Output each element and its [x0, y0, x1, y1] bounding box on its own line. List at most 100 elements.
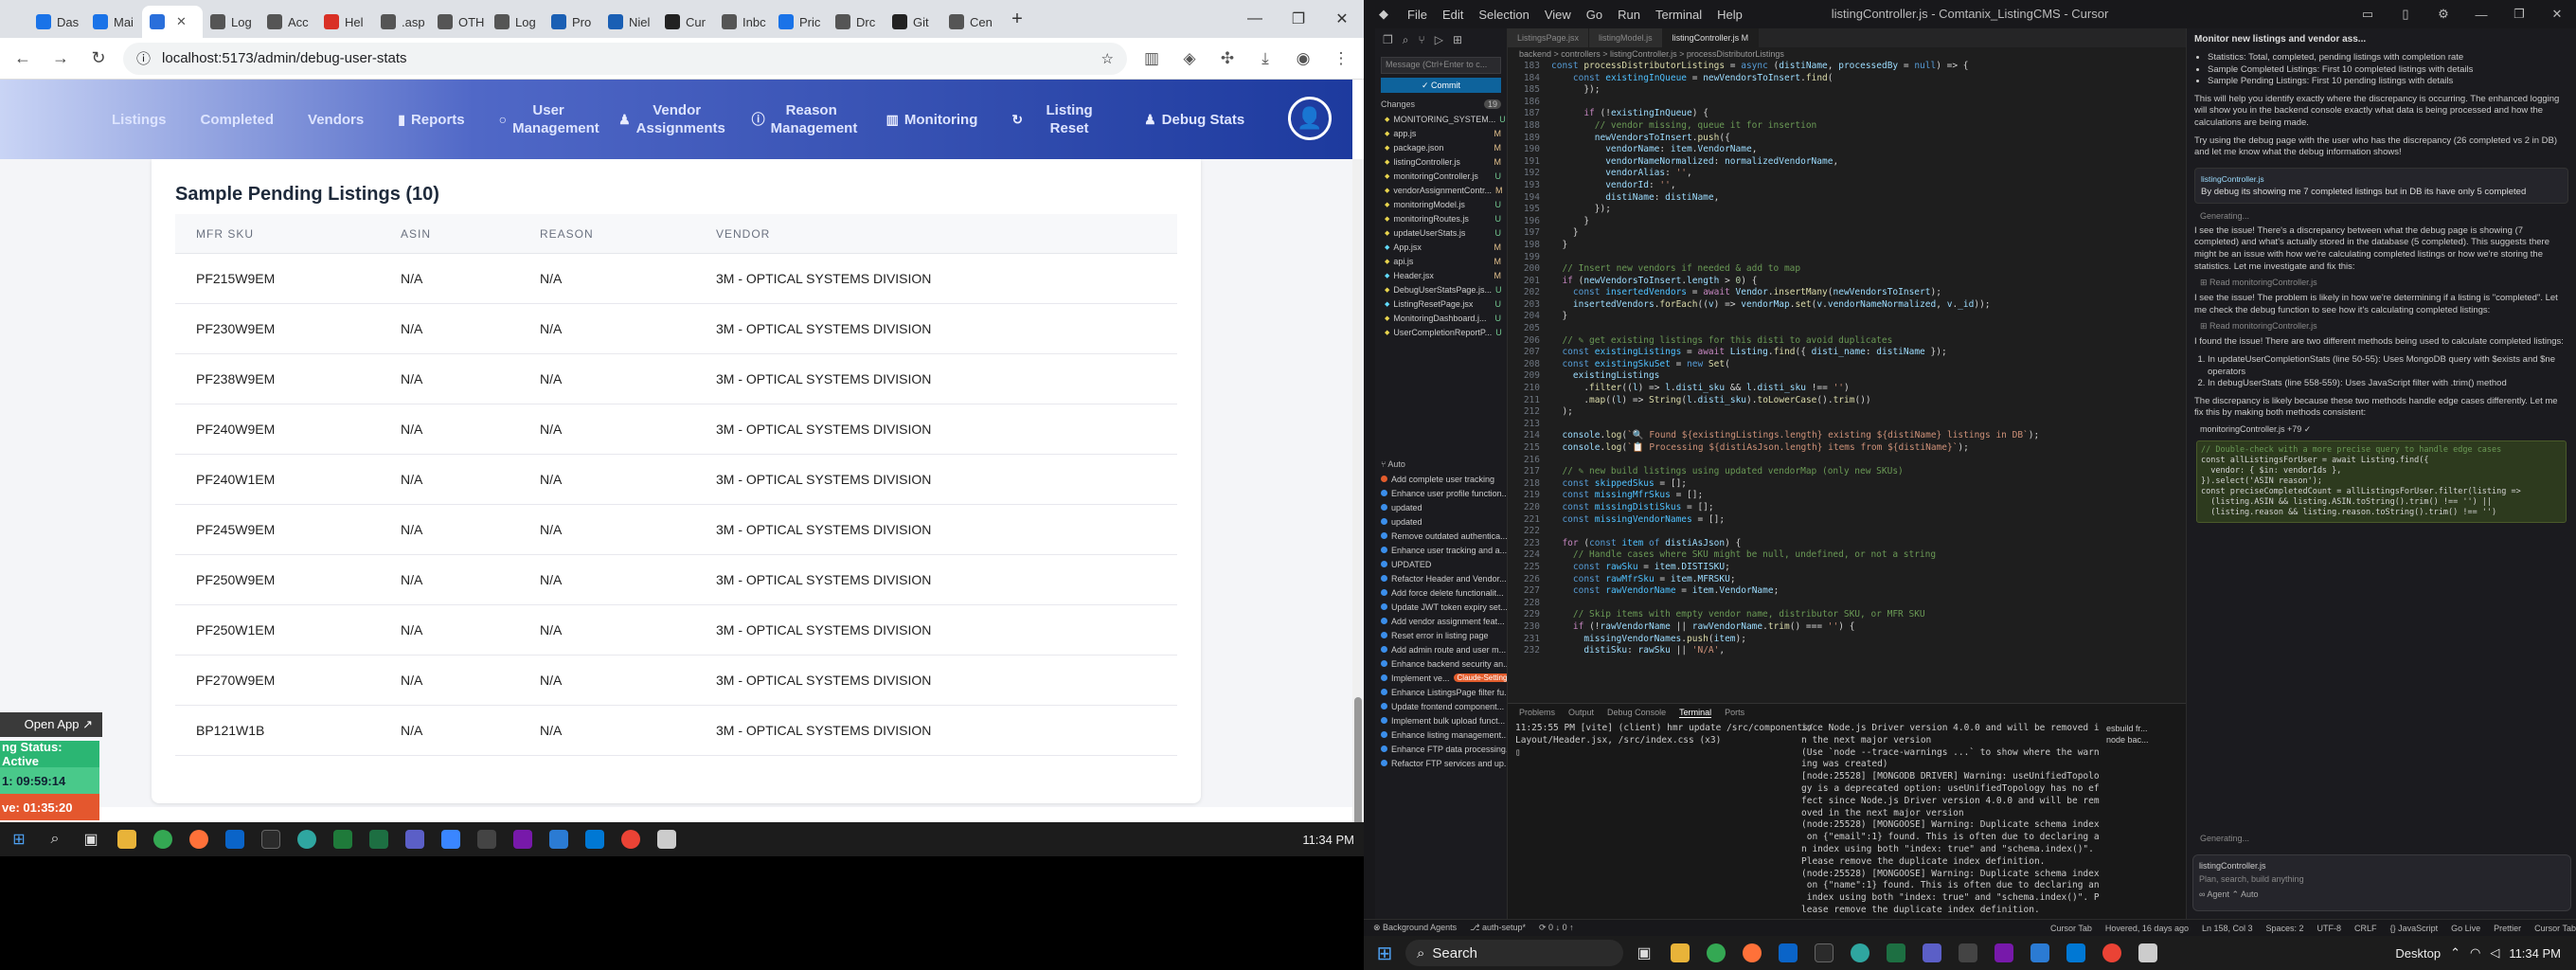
site-info-icon[interactable]: ⓘ — [136, 48, 151, 68]
forward-icon[interactable]: → — [47, 45, 74, 72]
settings-icon[interactable]: ⚙ — [2424, 0, 2462, 28]
browser-tab[interactable]: OTH — [430, 6, 487, 38]
commit-item[interactable]: Add admin route and user m... — [1375, 642, 1507, 656]
commit-item[interactable]: Implement bulk upload funct... — [1375, 713, 1507, 728]
scrollbar-thumb[interactable] — [1354, 697, 1362, 837]
app-icon[interactable] — [441, 830, 460, 849]
browser-tab[interactable]: Log — [203, 6, 259, 38]
browser-tab[interactable]: Das — [28, 6, 85, 38]
commit-item[interactable]: Refactor FTP services and up... — [1375, 756, 1507, 770]
commit-item[interactable]: Update JWT token expiry set... — [1375, 600, 1507, 614]
code-view[interactable]: 183 const processDistributorListings = as… — [1508, 61, 2186, 703]
changed-file[interactable]: ◆ monitoringModel.js U — [1375, 197, 1507, 211]
file-explorer-icon[interactable] — [1671, 943, 1690, 962]
app-icon[interactable] — [2138, 943, 2157, 962]
taskbar-clock[interactable]: 11:34 PM — [1302, 822, 1354, 856]
search-icon[interactable]: ⌕ — [40, 825, 70, 853]
menu-item[interactable]: Go — [1579, 8, 1610, 22]
read-file-step[interactable]: ⊞ Read monitoringController.js — [2187, 276, 2576, 290]
app-icon[interactable] — [333, 830, 352, 849]
files-icon[interactable]: ❐ — [1383, 33, 1393, 46]
commit-item[interactable]: updated — [1375, 514, 1507, 529]
browser-tab[interactable]: Git — [885, 6, 941, 38]
app-icon[interactable] — [585, 830, 604, 849]
taskbar-clock[interactable]: 11:34 PM — [2509, 946, 2561, 961]
user-avatar-icon[interactable]: 👤 — [1288, 97, 1332, 140]
status-item[interactable]: CRLF — [2354, 924, 2377, 933]
editor-tab[interactable]: ListingsPage.jsx — [1508, 28, 1590, 47]
excel-icon[interactable] — [369, 830, 388, 849]
layout-icon[interactable]: ▭ — [2349, 0, 2387, 28]
extension-icon[interactable]: ◈ — [1176, 45, 1203, 72]
browser-tab[interactable]: Pro — [544, 6, 600, 38]
chrome-icon[interactable] — [153, 830, 172, 849]
changed-file[interactable]: ◆ vendorAssignmentContr... M — [1375, 183, 1507, 197]
changed-file[interactable]: ◆ ListingResetPage.jsx U — [1375, 296, 1507, 311]
commit-item[interactable]: Refactor Header and Vendor... — [1375, 571, 1507, 585]
agent-mode-selector[interactable]: ∞ Agent ⌃ Auto — [2199, 889, 2565, 900]
file-explorer-icon[interactable] — [117, 830, 136, 849]
panel-tab[interactable]: Output — [1568, 708, 1594, 717]
browser-tab[interactable]: Log — [487, 6, 544, 38]
task-view-icon[interactable]: ▣ — [76, 825, 106, 853]
extensions-icon[interactable]: ⊞ — [1453, 33, 1462, 46]
nav-item[interactable]: Vendors — [291, 111, 381, 129]
changed-file[interactable]: ◆ MONITORING_SYSTEM... U — [1375, 112, 1507, 126]
puzzle-icon[interactable]: ✣ — [1214, 45, 1241, 72]
editor-tab[interactable]: listingModel.js — [1589, 28, 1663, 47]
code-edit-file[interactable]: monitoringController.js +79 ✓ — [2187, 422, 2576, 437]
menu-item[interactable]: File — [1400, 8, 1435, 22]
changed-file[interactable]: ◆ updateUserStats.js U — [1375, 225, 1507, 240]
changed-file[interactable]: ◆ package.json M — [1375, 140, 1507, 154]
edge-icon[interactable] — [1851, 943, 1869, 962]
minimize-icon[interactable]: — — [1233, 0, 1277, 38]
reload-icon[interactable]: ↻ — [85, 45, 112, 72]
run-icon[interactable]: ▷ — [1435, 33, 1443, 46]
browser-tab[interactable]: Drc — [828, 6, 885, 38]
chat-input[interactable]: listingController.js Plan, search, build… — [2192, 854, 2571, 911]
editor-tab[interactable]: listingController.js M — [1662, 28, 1760, 47]
nav-item[interactable]: ♟ Vendor Assignments — [601, 101, 735, 137]
menu-item[interactable]: View — [1537, 8, 1579, 22]
panel-tab[interactable]: Debug Console — [1607, 708, 1666, 717]
vscode-icon[interactable] — [2030, 943, 2049, 962]
bookmark-star-icon[interactable]: ☆ — [1101, 50, 1114, 67]
source-control-icon[interactable]: ⑂ — [1419, 33, 1425, 46]
download-icon[interactable]: ⤓ — [1252, 45, 1279, 72]
network-icon[interactable]: ◠ — [2470, 945, 2480, 961]
chevron-up-icon[interactable]: ⌃ — [2450, 945, 2460, 961]
nav-item[interactable]: ○ User Management — [482, 101, 601, 137]
search-icon[interactable]: ⌕ — [1403, 33, 1409, 47]
teams-icon[interactable] — [405, 830, 424, 849]
changed-file[interactable]: ◆ Header.jsx M — [1375, 268, 1507, 282]
app-icon[interactable] — [2066, 943, 2085, 962]
commit-item[interactable]: Enhance listing management... — [1375, 728, 1507, 742]
status-item[interactable]: Hovered, 16 days ago — [2105, 924, 2189, 933]
status-item[interactable]: Cursor Tab — [2050, 924, 2092, 933]
browser-tab[interactable]: Acc — [259, 6, 316, 38]
nav-item[interactable]: ▥ Monitoring — [869, 111, 995, 129]
changed-file[interactable]: ◆ App.jsx M — [1375, 240, 1507, 254]
menu-item[interactable]: Selection — [1471, 8, 1536, 22]
browser-tab[interactable]: .asp — [373, 6, 430, 38]
outlook-icon[interactable] — [1779, 943, 1798, 962]
panel-tab[interactable]: Terminal — [1679, 708, 1712, 718]
menu-item[interactable]: Terminal — [1648, 8, 1709, 22]
status-item[interactable]: Go Live — [2451, 924, 2480, 933]
commit-item[interactable]: Implement ve... Claude-Settings — [1375, 671, 1507, 685]
cursor-app-icon[interactable] — [1815, 943, 1834, 962]
read-file-step[interactable]: ⊞ Read monitoringController.js — [2187, 319, 2576, 333]
commit-item[interactable]: updated — [1375, 500, 1507, 514]
page-scrollbar[interactable] — [1352, 159, 1364, 837]
task-view-icon[interactable]: ▣ — [1629, 939, 1659, 967]
chrome-icon[interactable] — [2102, 943, 2121, 962]
status-item[interactable]: Spaces: 2 — [2266, 924, 2304, 933]
minimize-icon[interactable]: — — [2462, 0, 2500, 28]
commit-item[interactable]: Reset error in listing page — [1375, 628, 1507, 642]
changed-file[interactable]: ◆ MonitoringDashboard.j... U — [1375, 311, 1507, 325]
commit-item[interactable]: Add complete user tracking — [1375, 472, 1507, 486]
app-icon[interactable] — [657, 830, 676, 849]
firefox-icon[interactable] — [1743, 943, 1762, 962]
commit-item[interactable]: Enhance backend security an... — [1375, 656, 1507, 671]
changed-file[interactable]: ◆ DebugUserStatsPage.js... U — [1375, 282, 1507, 296]
